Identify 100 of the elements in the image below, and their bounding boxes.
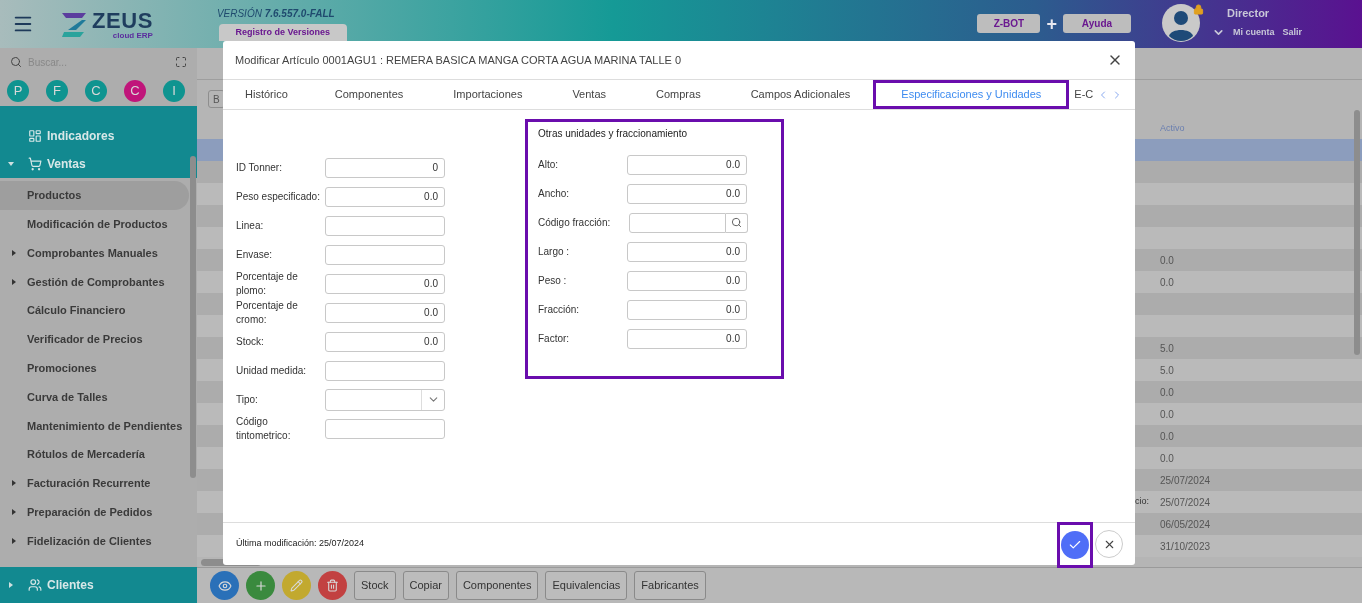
table-cell-text: 0.0 bbox=[1160, 253, 1174, 268]
action-button[interactable]: Componentes bbox=[455, 571, 539, 600]
logo-tagline: cloud ERP bbox=[112, 32, 153, 40]
cancel-button[interactable] bbox=[1095, 530, 1123, 558]
sidebar-item[interactable]: Verificador de Precios bbox=[0, 325, 189, 354]
caret-icon bbox=[8, 582, 14, 588]
tab[interactable]: Importaciones bbox=[428, 80, 548, 109]
dashboard-icon bbox=[27, 129, 42, 143]
sidebar-item[interactable]: Mantenimiento de Pendientes bbox=[0, 411, 189, 441]
field-label: ID Tonner: bbox=[236, 160, 283, 175]
sidebar-item[interactable]: Cálculo Financiero bbox=[0, 296, 189, 325]
table-cell-text: 5.0 bbox=[1160, 341, 1174, 356]
sidebar-item[interactable]: Promociones bbox=[0, 353, 189, 383]
dialog-title: Modificar Artículo 0001AGU1 : REMERA BASICA MANGA CORTA AGUA MARINA TALLE 0 bbox=[235, 52, 683, 68]
sidebar-item[interactable]: Modificación de Productos bbox=[0, 209, 189, 239]
text-field[interactable]: 0.0 bbox=[627, 154, 747, 175]
text-field[interactable] bbox=[325, 244, 445, 265]
tab[interactable]: Compras bbox=[631, 80, 726, 109]
action-button[interactable]: Equivalencias bbox=[545, 571, 628, 600]
scrollbar[interactable] bbox=[1354, 110, 1360, 355]
fullscreen-icon[interactable] bbox=[175, 56, 187, 68]
table-cell-text: 0.0 bbox=[1160, 429, 1174, 444]
table-cell-text: 0.0 bbox=[1160, 451, 1174, 466]
text-field[interactable]: 0.0 bbox=[325, 186, 445, 207]
text-field[interactable]: 0 bbox=[325, 157, 445, 178]
dropdown[interactable] bbox=[325, 388, 445, 411]
search-button[interactable] bbox=[726, 212, 748, 233]
scrollbar[interactable] bbox=[190, 156, 196, 478]
caret-icon bbox=[8, 161, 14, 167]
table-cell-text: 06/05/2024 bbox=[1160, 517, 1211, 532]
text-field[interactable]: 0.0 bbox=[325, 273, 445, 294]
sidebar-item[interactable]: Facturación Recurrente bbox=[0, 468, 189, 498]
sidebar-item[interactable]: Gestión de Comprobantes bbox=[0, 267, 189, 297]
sidebar-item[interactable]: Productos bbox=[0, 181, 189, 210]
action-button[interactable]: Fabricantes bbox=[634, 571, 706, 600]
panel-title: Otras unidades y fraccionamiento bbox=[538, 127, 688, 141]
account-link[interactable]: Mi cuenta bbox=[1232, 25, 1275, 39]
field-label: Factor: bbox=[538, 331, 571, 346]
add-button[interactable] bbox=[246, 571, 275, 600]
field-label: Alto: bbox=[538, 157, 559, 172]
table-cell-text: 0.0 bbox=[1160, 275, 1174, 290]
people-icon bbox=[27, 578, 42, 592]
action-button[interactable]: Copiar bbox=[402, 571, 449, 600]
tab[interactable]: Histórico bbox=[223, 80, 310, 109]
field-label: Peso especificado: bbox=[236, 189, 321, 204]
pencil-icon bbox=[290, 579, 303, 592]
version-label: VERSIÓN 7.6.557.0-FALL bbox=[216, 6, 336, 21]
field-label: Porcentaje de plomo: bbox=[236, 269, 299, 298]
tab[interactable]: Especificaciones y Unidades bbox=[873, 80, 1070, 109]
table-cell-text: 0.0 bbox=[1160, 385, 1174, 400]
sidebar-item[interactable]: Preparación de Pedidos bbox=[0, 497, 189, 527]
view-button[interactable] bbox=[210, 571, 239, 600]
text-field[interactable]: 0.0 bbox=[627, 241, 747, 262]
help-button[interactable]: Ayuda bbox=[1062, 14, 1131, 33]
tab[interactable]: Ventas bbox=[547, 80, 632, 109]
text-field[interactable]: 0.0 bbox=[627, 270, 747, 291]
text-field[interactable]: 0.0 bbox=[627, 299, 747, 320]
field-label: Tipo: bbox=[236, 392, 259, 407]
avatar-icon[interactable] bbox=[1161, 4, 1200, 42]
field-label: Porcentaje de cromo: bbox=[236, 298, 299, 327]
text-field[interactable] bbox=[325, 360, 445, 381]
delete-button[interactable] bbox=[318, 571, 347, 600]
field-label: Envase: bbox=[236, 247, 274, 262]
sidebar-section[interactable]: Ventas bbox=[0, 150, 197, 178]
text-field[interactable]: 0.0 bbox=[627, 328, 747, 349]
text-field[interactable]: 0.0 bbox=[325, 302, 445, 323]
table-cell-text: 31/10/2023 bbox=[1160, 539, 1211, 554]
tab[interactable]: E-C bbox=[1067, 80, 1096, 109]
text-field[interactable]: 0.0 bbox=[627, 183, 747, 204]
text-field[interactable] bbox=[629, 212, 726, 233]
tab[interactable]: Campos Adicionales bbox=[725, 80, 876, 109]
plus-icon bbox=[253, 578, 268, 593]
caret-icon bbox=[10, 509, 17, 516]
sidebar-item[interactable]: Rótulos de Mercadería bbox=[0, 440, 189, 469]
text-field[interactable] bbox=[325, 215, 445, 236]
tab[interactable]: Componentes bbox=[309, 80, 429, 109]
search-icon bbox=[731, 217, 742, 228]
edit-button[interactable] bbox=[282, 571, 311, 600]
field-label: Largo : bbox=[538, 244, 571, 259]
caret-icon bbox=[10, 278, 17, 285]
table-cell-text: 5.0 bbox=[1160, 363, 1174, 378]
field-label: Código fracción: bbox=[538, 215, 612, 230]
caret-icon bbox=[10, 480, 17, 487]
account-link[interactable]: Salir bbox=[1282, 25, 1302, 39]
zbot-button[interactable]: Z-BOT bbox=[977, 14, 1041, 33]
sidebar-item[interactable]: Fidelización de Clientes bbox=[0, 526, 189, 556]
field-label: Código tintometrico: bbox=[236, 414, 292, 443]
text-field[interactable] bbox=[325, 418, 445, 439]
user-name: Director bbox=[1226, 6, 1271, 21]
sidebar-item[interactable]: Comprobantes Manuales bbox=[0, 238, 189, 268]
table-cell-text: 0.0 bbox=[1160, 407, 1174, 422]
confirm-button[interactable] bbox=[1061, 531, 1089, 559]
table-cell-text: 25/07/2024 bbox=[1160, 473, 1211, 488]
field-label: Peso : bbox=[538, 273, 568, 288]
eye-icon bbox=[217, 578, 232, 593]
text-field[interactable]: 0.0 bbox=[325, 331, 445, 352]
action-button[interactable]: Stock bbox=[354, 571, 396, 600]
version-tab[interactable]: Registro de Versiones bbox=[218, 24, 347, 41]
field-label: Unidad medida: bbox=[236, 363, 308, 378]
sidebar-item[interactable]: Curva de Talles bbox=[0, 382, 189, 412]
